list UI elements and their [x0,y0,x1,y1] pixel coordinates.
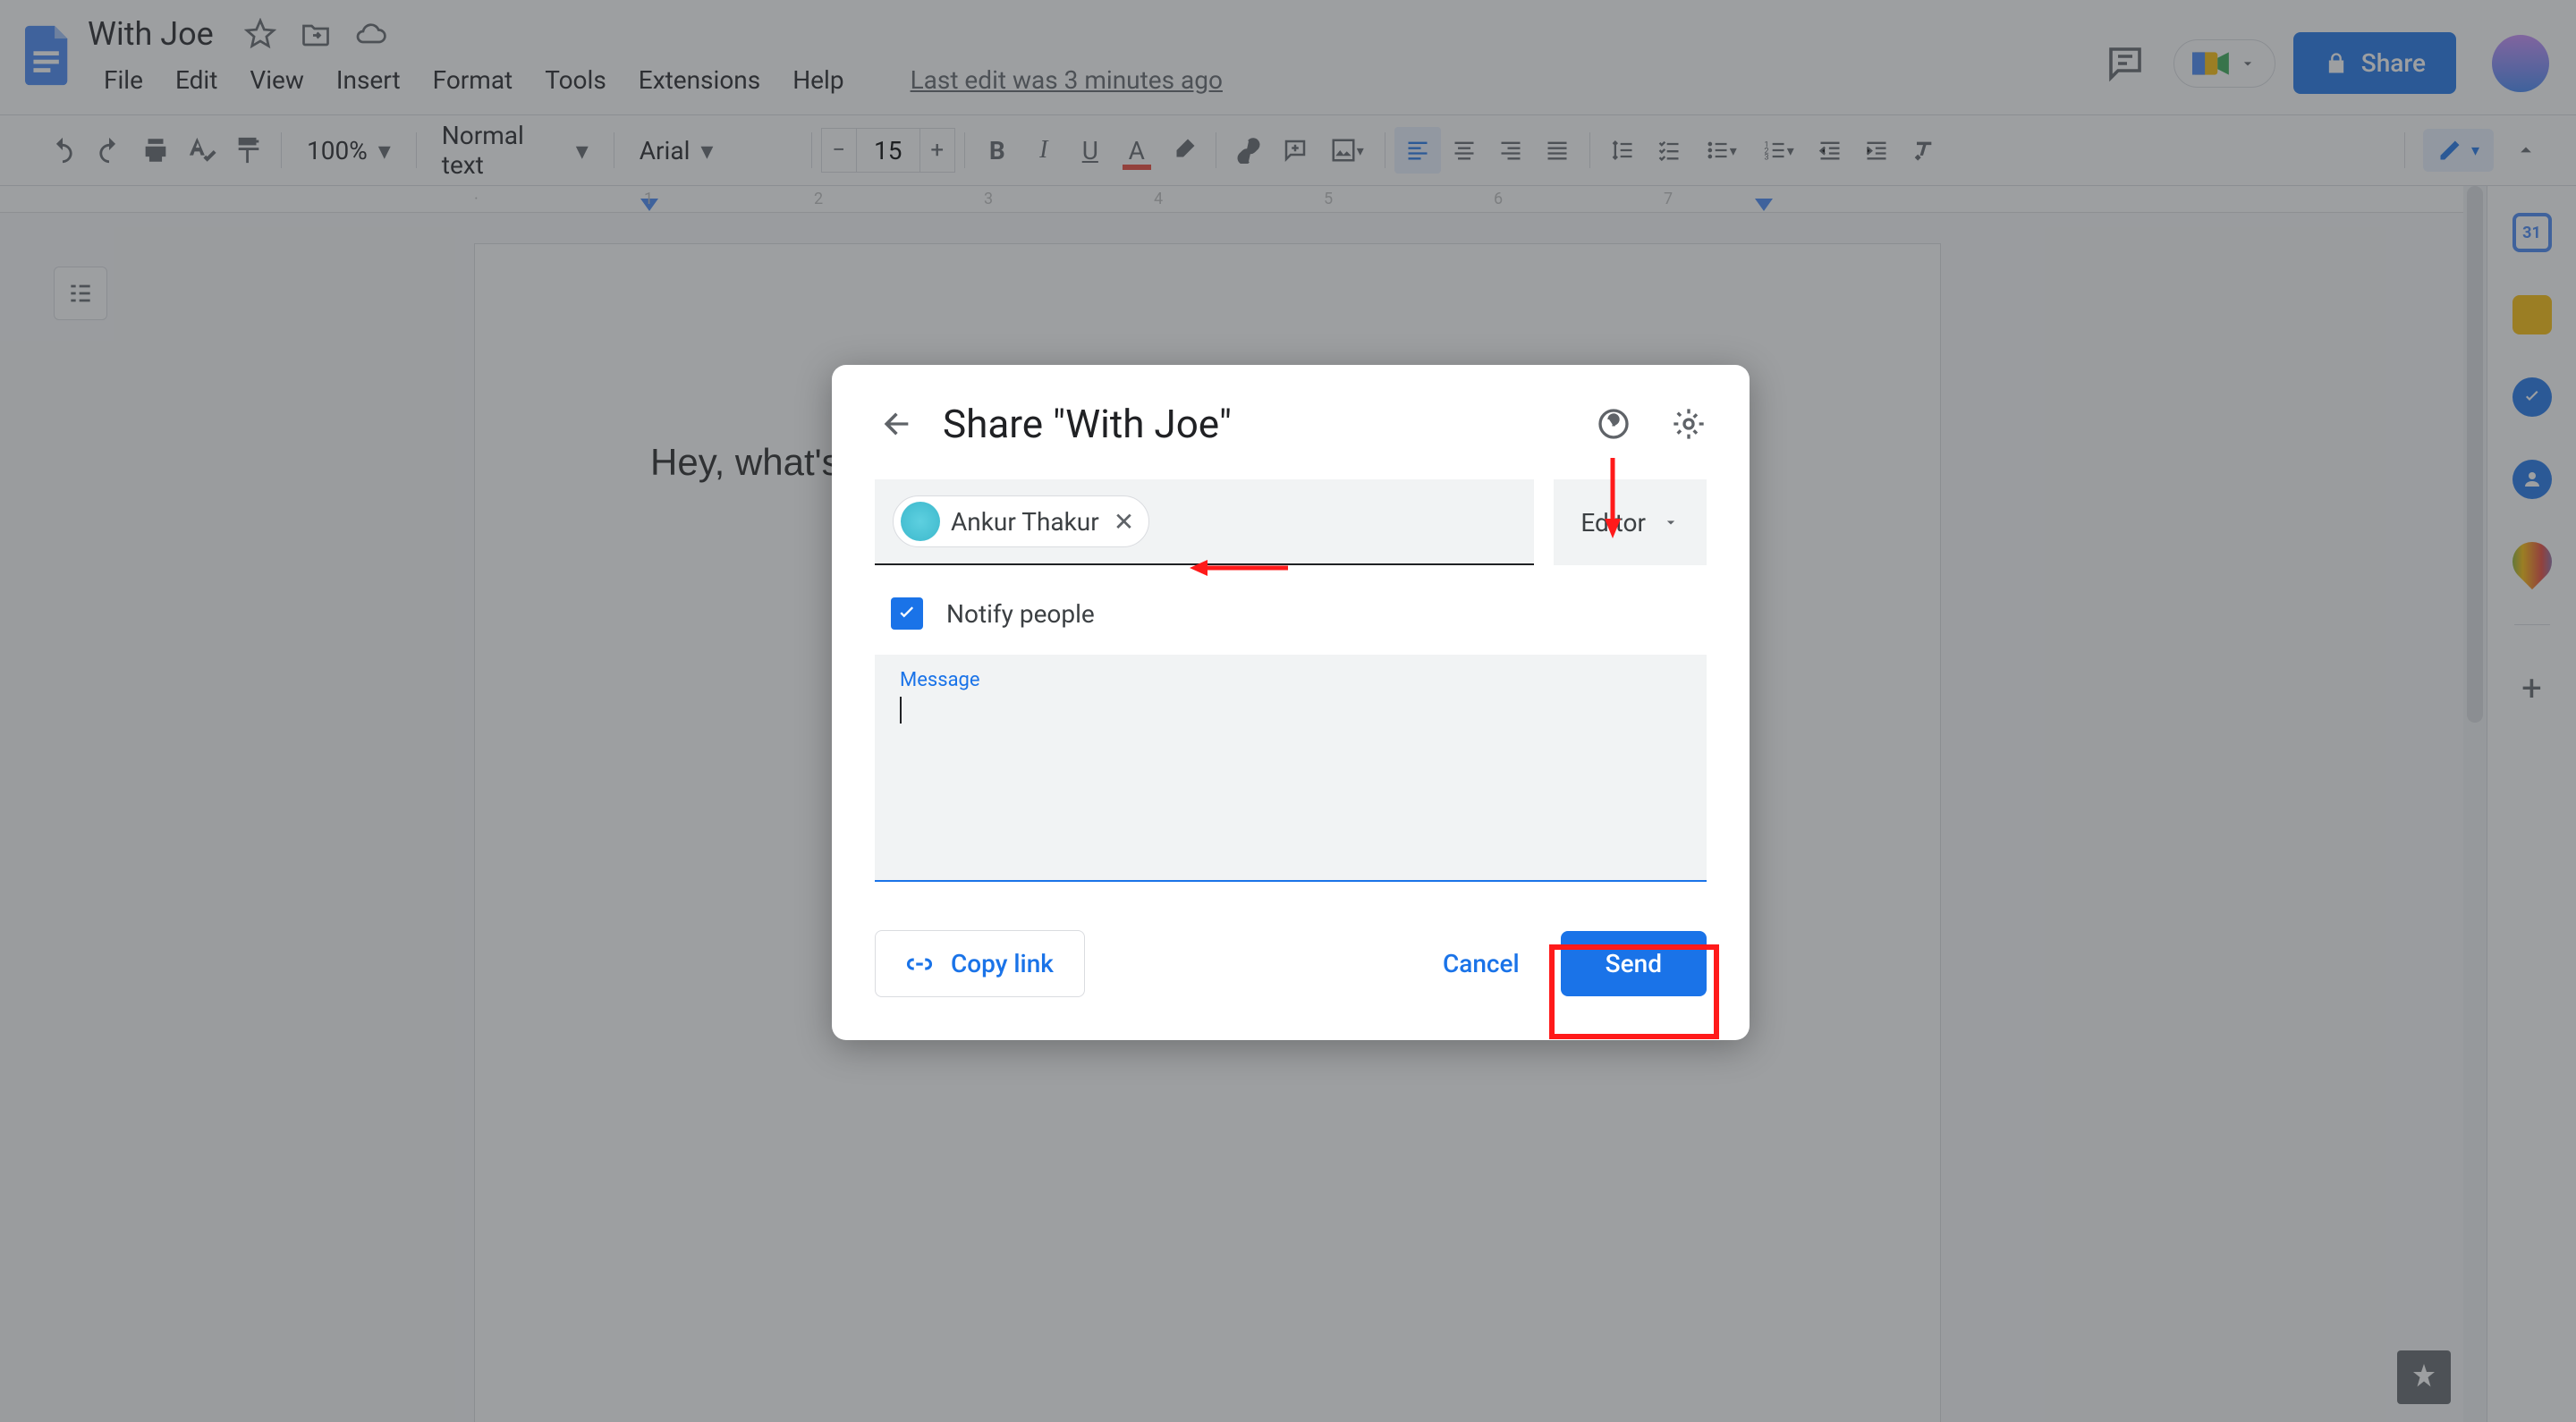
notify-checkbox[interactable] [891,597,923,630]
share-dialog: Share "With Joe" Ankur Thakur ✕ Editor N… [832,365,1750,1040]
person-chip[interactable]: Ankur Thakur ✕ [893,495,1149,547]
settings-icon[interactable] [1671,406,1707,442]
chip-name-label: Ankur Thakur [951,507,1099,537]
arrow-left-icon [878,406,914,442]
copy-link-button[interactable]: Copy link [875,930,1085,997]
share-dialog-title: Share "With Joe" [943,401,1596,447]
send-button[interactable]: Send [1561,931,1707,996]
role-select[interactable]: Editor [1554,479,1707,565]
notify-label: Notify people [946,599,1095,629]
copy-link-label: Copy link [951,949,1054,978]
chevron-down-icon [1662,513,1680,531]
message-field-label: Message [900,669,1682,691]
check-icon [895,602,919,625]
chip-remove-icon[interactable]: ✕ [1114,507,1134,537]
message-textarea[interactable]: Message [875,655,1707,882]
role-select-label: Editor [1580,508,1646,537]
back-button[interactable] [875,402,918,445]
help-icon[interactable] [1596,406,1631,442]
chip-avatar-icon [901,502,940,541]
text-cursor [900,697,902,724]
link-icon [906,951,933,978]
cancel-button[interactable]: Cancel [1416,931,1546,996]
people-input-field[interactable]: Ankur Thakur ✕ [875,479,1534,565]
